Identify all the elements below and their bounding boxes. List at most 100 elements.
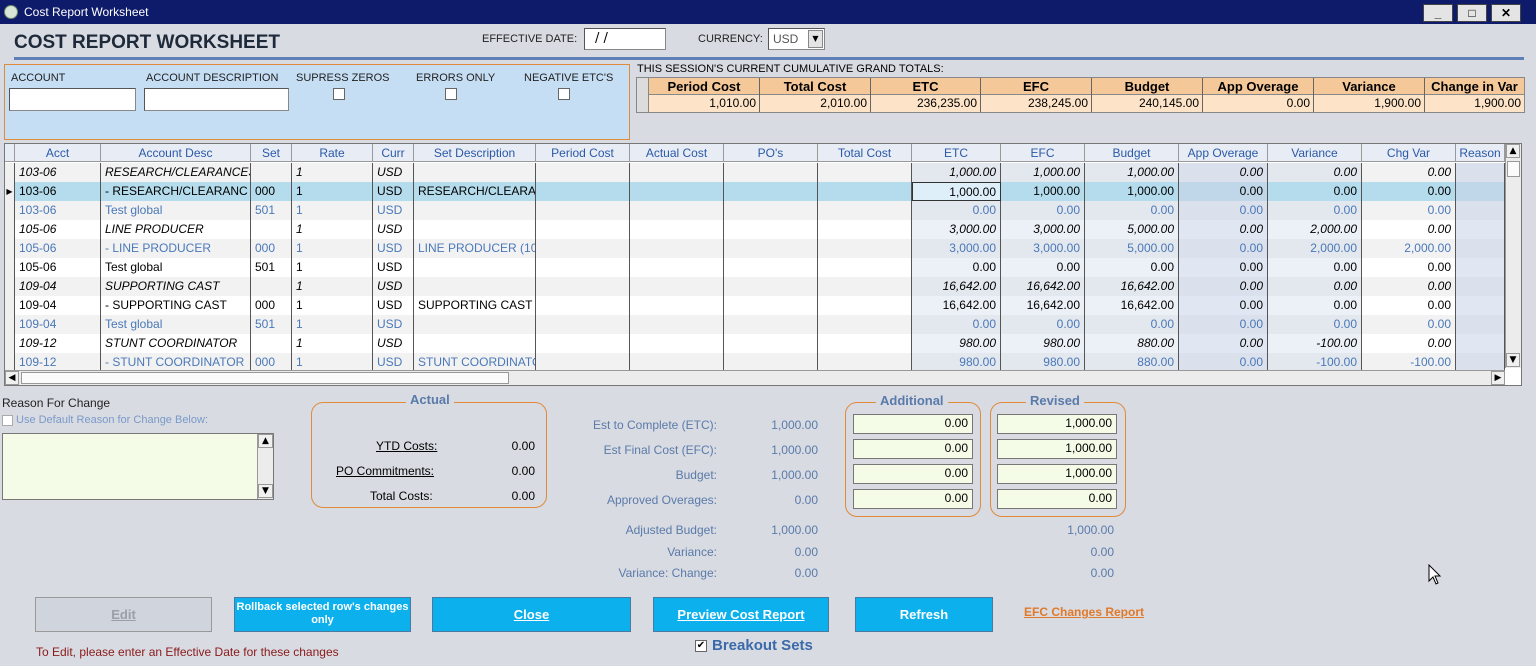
account-input[interactable] bbox=[9, 88, 136, 111]
table-cell[interactable]: - SUPPORTING CAST bbox=[101, 296, 251, 315]
table-cell[interactable]: 1 bbox=[292, 315, 373, 334]
table-cell[interactable] bbox=[536, 182, 630, 201]
table-cell[interactable] bbox=[414, 334, 536, 353]
table-cell[interactable]: USD bbox=[373, 201, 414, 220]
use-default-reason-checkbox[interactable] bbox=[2, 414, 13, 426]
edit-button[interactable]: Edit bbox=[35, 597, 212, 632]
table-cell[interactable]: 1,000.00 bbox=[912, 163, 1001, 182]
table-cell[interactable]: 000 bbox=[251, 239, 292, 258]
table-cell[interactable] bbox=[630, 182, 724, 201]
table-cell[interactable] bbox=[1456, 258, 1505, 277]
column-header[interactable]: EFC bbox=[1001, 144, 1085, 162]
table-cell[interactable]: 109-12 bbox=[15, 334, 101, 353]
table-cell[interactable]: USD bbox=[373, 334, 414, 353]
table-cell[interactable]: 1,000.00 bbox=[1001, 163, 1085, 182]
table-cell[interactable]: 0.00 bbox=[1268, 277, 1362, 296]
scroll-up-button[interactable]: ▲ bbox=[258, 434, 273, 448]
minimize-button[interactable]: _ bbox=[1423, 4, 1453, 22]
scroll-up-button[interactable]: ▲ bbox=[1506, 144, 1520, 158]
table-cell[interactable]: 1,000.00 bbox=[912, 182, 1001, 201]
row-selector[interactable] bbox=[5, 220, 15, 239]
column-header[interactable]: Variance bbox=[1268, 144, 1362, 162]
table-cell[interactable] bbox=[630, 201, 724, 220]
table-cell[interactable]: 0.00 bbox=[1362, 163, 1456, 182]
table-cell[interactable]: 0.00 bbox=[1268, 258, 1362, 277]
table-cell[interactable] bbox=[536, 315, 630, 334]
table-cell[interactable]: 0.00 bbox=[1362, 277, 1456, 296]
table-cell[interactable] bbox=[1456, 334, 1505, 353]
table-cell[interactable] bbox=[724, 296, 818, 315]
table-cell[interactable] bbox=[536, 258, 630, 277]
table-cell[interactable]: 980.00 bbox=[1001, 334, 1085, 353]
table-cell[interactable]: 16,642.00 bbox=[1001, 277, 1085, 296]
table-cell[interactable]: 5,000.00 bbox=[1085, 239, 1179, 258]
column-header[interactable]: Chg Var bbox=[1362, 144, 1456, 162]
table-cell[interactable] bbox=[818, 220, 912, 239]
currency-select[interactable]: USD ▼ bbox=[768, 28, 825, 50]
table-cell[interactable] bbox=[724, 220, 818, 239]
table-cell[interactable] bbox=[414, 201, 536, 220]
close-button[interactable]: Close bbox=[432, 597, 631, 632]
table-cell[interactable] bbox=[724, 334, 818, 353]
table-cell[interactable] bbox=[630, 163, 724, 182]
table-cell[interactable]: 0.00 bbox=[912, 258, 1001, 277]
table-cell[interactable] bbox=[724, 201, 818, 220]
table-cell[interactable] bbox=[251, 334, 292, 353]
table-cell[interactable]: 1 bbox=[292, 201, 373, 220]
table-cell[interactable]: 000 bbox=[251, 296, 292, 315]
table-cell[interactable]: 105-06 bbox=[15, 258, 101, 277]
table-cell[interactable] bbox=[536, 163, 630, 182]
table-cell[interactable] bbox=[630, 334, 724, 353]
scroll-right-button[interactable]: ▶ bbox=[1491, 371, 1505, 385]
additional-efc-input[interactable]: 0.00 bbox=[853, 439, 973, 459]
table-cell[interactable]: USD bbox=[373, 315, 414, 334]
table-cell[interactable]: 0.00 bbox=[1179, 220, 1268, 239]
table-cell[interactable] bbox=[414, 220, 536, 239]
table-cell[interactable]: 501 bbox=[251, 201, 292, 220]
table-row[interactable]: 103-06 RESEARCH/CLEARANCES 1 USD 1,000.00 1,0… bbox=[5, 163, 1505, 182]
table-row[interactable]: 109-12 STUNT COORDINATOR 1 USD 980.00 980.00 8… bbox=[5, 334, 1505, 353]
table-cell[interactable] bbox=[1456, 182, 1505, 201]
revised-etc-input[interactable]: 1,000.00 bbox=[997, 414, 1117, 434]
table-cell[interactable] bbox=[818, 182, 912, 201]
preview-cost-report-button[interactable]: Preview Cost Report bbox=[653, 597, 829, 632]
table-cell[interactable] bbox=[818, 163, 912, 182]
table-cell[interactable]: 501 bbox=[251, 315, 292, 334]
revised-efc-input[interactable]: 1,000.00 bbox=[997, 439, 1117, 459]
table-cell[interactable] bbox=[536, 201, 630, 220]
chevron-down-icon[interactable]: ▼ bbox=[808, 30, 823, 48]
table-cell[interactable] bbox=[818, 334, 912, 353]
table-cell[interactable]: 105-06 bbox=[15, 239, 101, 258]
table-cell[interactable]: - LINE PRODUCER bbox=[101, 239, 251, 258]
table-row[interactable]: 105-06- LINE PRODUCER 000 1 USD LINE PRODUCE… bbox=[5, 239, 1505, 258]
table-cell[interactable]: 0.00 bbox=[1179, 277, 1268, 296]
table-cell[interactable]: 16,642.00 bbox=[912, 296, 1001, 315]
table-cell[interactable]: 0.00 bbox=[912, 315, 1001, 334]
table-cell[interactable] bbox=[724, 277, 818, 296]
table-cell[interactable]: 109-04 bbox=[15, 296, 101, 315]
table-cell[interactable] bbox=[1456, 296, 1505, 315]
table-cell[interactable]: 16,642.00 bbox=[1001, 296, 1085, 315]
row-selector[interactable] bbox=[5, 239, 15, 258]
table-cell[interactable]: USD bbox=[373, 220, 414, 239]
row-selector[interactable] bbox=[5, 163, 15, 182]
table-cell[interactable]: RESEARCH/CLEARAN bbox=[414, 182, 536, 201]
table-cell[interactable] bbox=[536, 296, 630, 315]
table-cell[interactable]: 105-06 bbox=[15, 220, 101, 239]
table-row[interactable]: 105-06 LINE PRODUCER 1 USD 3,000.00 3,000.00 5… bbox=[5, 220, 1505, 239]
table-cell[interactable]: 0.00 bbox=[1085, 258, 1179, 277]
table-cell[interactable] bbox=[251, 277, 292, 296]
table-cell[interactable]: 0.00 bbox=[1362, 315, 1456, 334]
row-selector[interactable] bbox=[5, 315, 15, 334]
table-cell[interactable] bbox=[536, 277, 630, 296]
table-cell[interactable]: 2,000.00 bbox=[1268, 220, 1362, 239]
scroll-down-button[interactable]: ▼ bbox=[258, 484, 273, 498]
table-cell[interactable]: SUPPORTING CAST bbox=[101, 277, 251, 296]
table-cell[interactable]: 0.00 bbox=[1179, 163, 1268, 182]
row-selector[interactable]: ▶ bbox=[5, 182, 15, 201]
table-cell[interactable] bbox=[630, 258, 724, 277]
table-cell[interactable]: 2,000.00 bbox=[1362, 239, 1456, 258]
table-cell[interactable]: 3,000.00 bbox=[912, 239, 1001, 258]
vertical-scroll-thumb[interactable] bbox=[1507, 161, 1520, 177]
table-cell[interactable]: 0.00 bbox=[1362, 182, 1456, 201]
